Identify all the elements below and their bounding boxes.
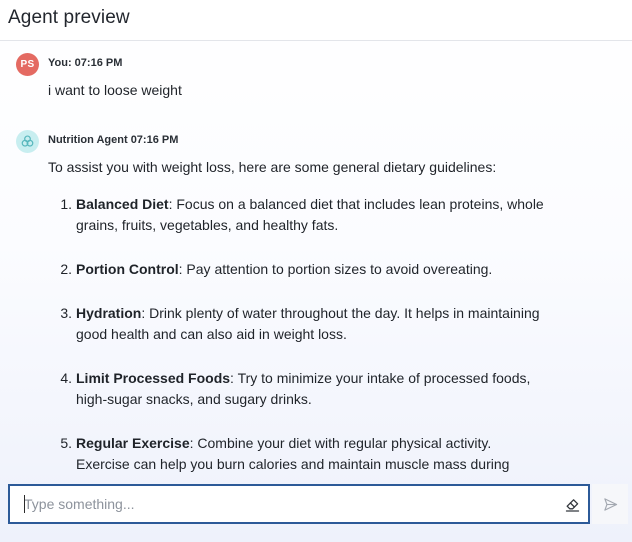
user-message-text: i want to loose weight — [48, 82, 182, 98]
clear-input-button[interactable] — [562, 494, 582, 514]
user-message-meta: You: 07:16 PM — [48, 57, 123, 69]
guideline-title: Regular Exercise — [76, 435, 190, 451]
chat-transcript[interactable]: PS You: 07:16 PM i want to loose weight … — [0, 42, 632, 478]
guideline-number: 3. — [60, 305, 72, 321]
guideline-number: 1. — [60, 196, 72, 212]
guideline-body: : Drink plenty of water throughout the d… — [76, 305, 540, 342]
composer — [0, 478, 632, 542]
guideline-item: 1. Balanced Diet: Focus on a balanced die… — [48, 194, 548, 236]
agent-logo-icon — [21, 135, 34, 147]
user-avatar: PS — [16, 53, 39, 76]
guideline-item: 5. Regular Exercise: Combine your diet wi… — [48, 433, 548, 478]
guideline-title: Portion Control — [76, 261, 179, 277]
guideline-item: 2. Portion Control: Pay attention to port… — [48, 259, 548, 280]
guideline-item: 4. Limit Processed Foods: Try to minimize… — [48, 368, 548, 410]
text-caret — [24, 495, 25, 513]
message-input-box[interactable] — [8, 484, 590, 524]
guideline-title: Hydration — [76, 305, 142, 321]
guideline-title: Balanced Diet — [76, 196, 169, 212]
guideline-number: 2. — [60, 261, 72, 277]
header: Agent preview — [0, 0, 632, 41]
guideline-title: Limit Processed Foods — [76, 370, 231, 386]
guideline-number: 5. — [60, 435, 72, 451]
send-icon — [603, 497, 617, 511]
page-title: Agent preview — [8, 7, 130, 28]
agent-message-intro: To assist you with weight loss, here are… — [48, 159, 497, 175]
user-avatar-initials: PS — [20, 59, 35, 70]
agent-message-meta: Nutrition Agent 07:16 PM — [48, 134, 179, 146]
send-button[interactable] — [592, 484, 628, 524]
message-input[interactable] — [24, 486, 544, 522]
guideline-item: 3. Hydration: Drink plenty of water throu… — [48, 303, 548, 345]
guideline-body: : Pay attention to portion sizes to avoi… — [178, 261, 493, 277]
eraser-icon — [565, 498, 579, 512]
guidelines-list: 1. Balanced Diet: Focus on a balanced die… — [48, 194, 548, 478]
guideline-number: 4. — [60, 370, 72, 386]
agent-avatar — [16, 130, 39, 153]
